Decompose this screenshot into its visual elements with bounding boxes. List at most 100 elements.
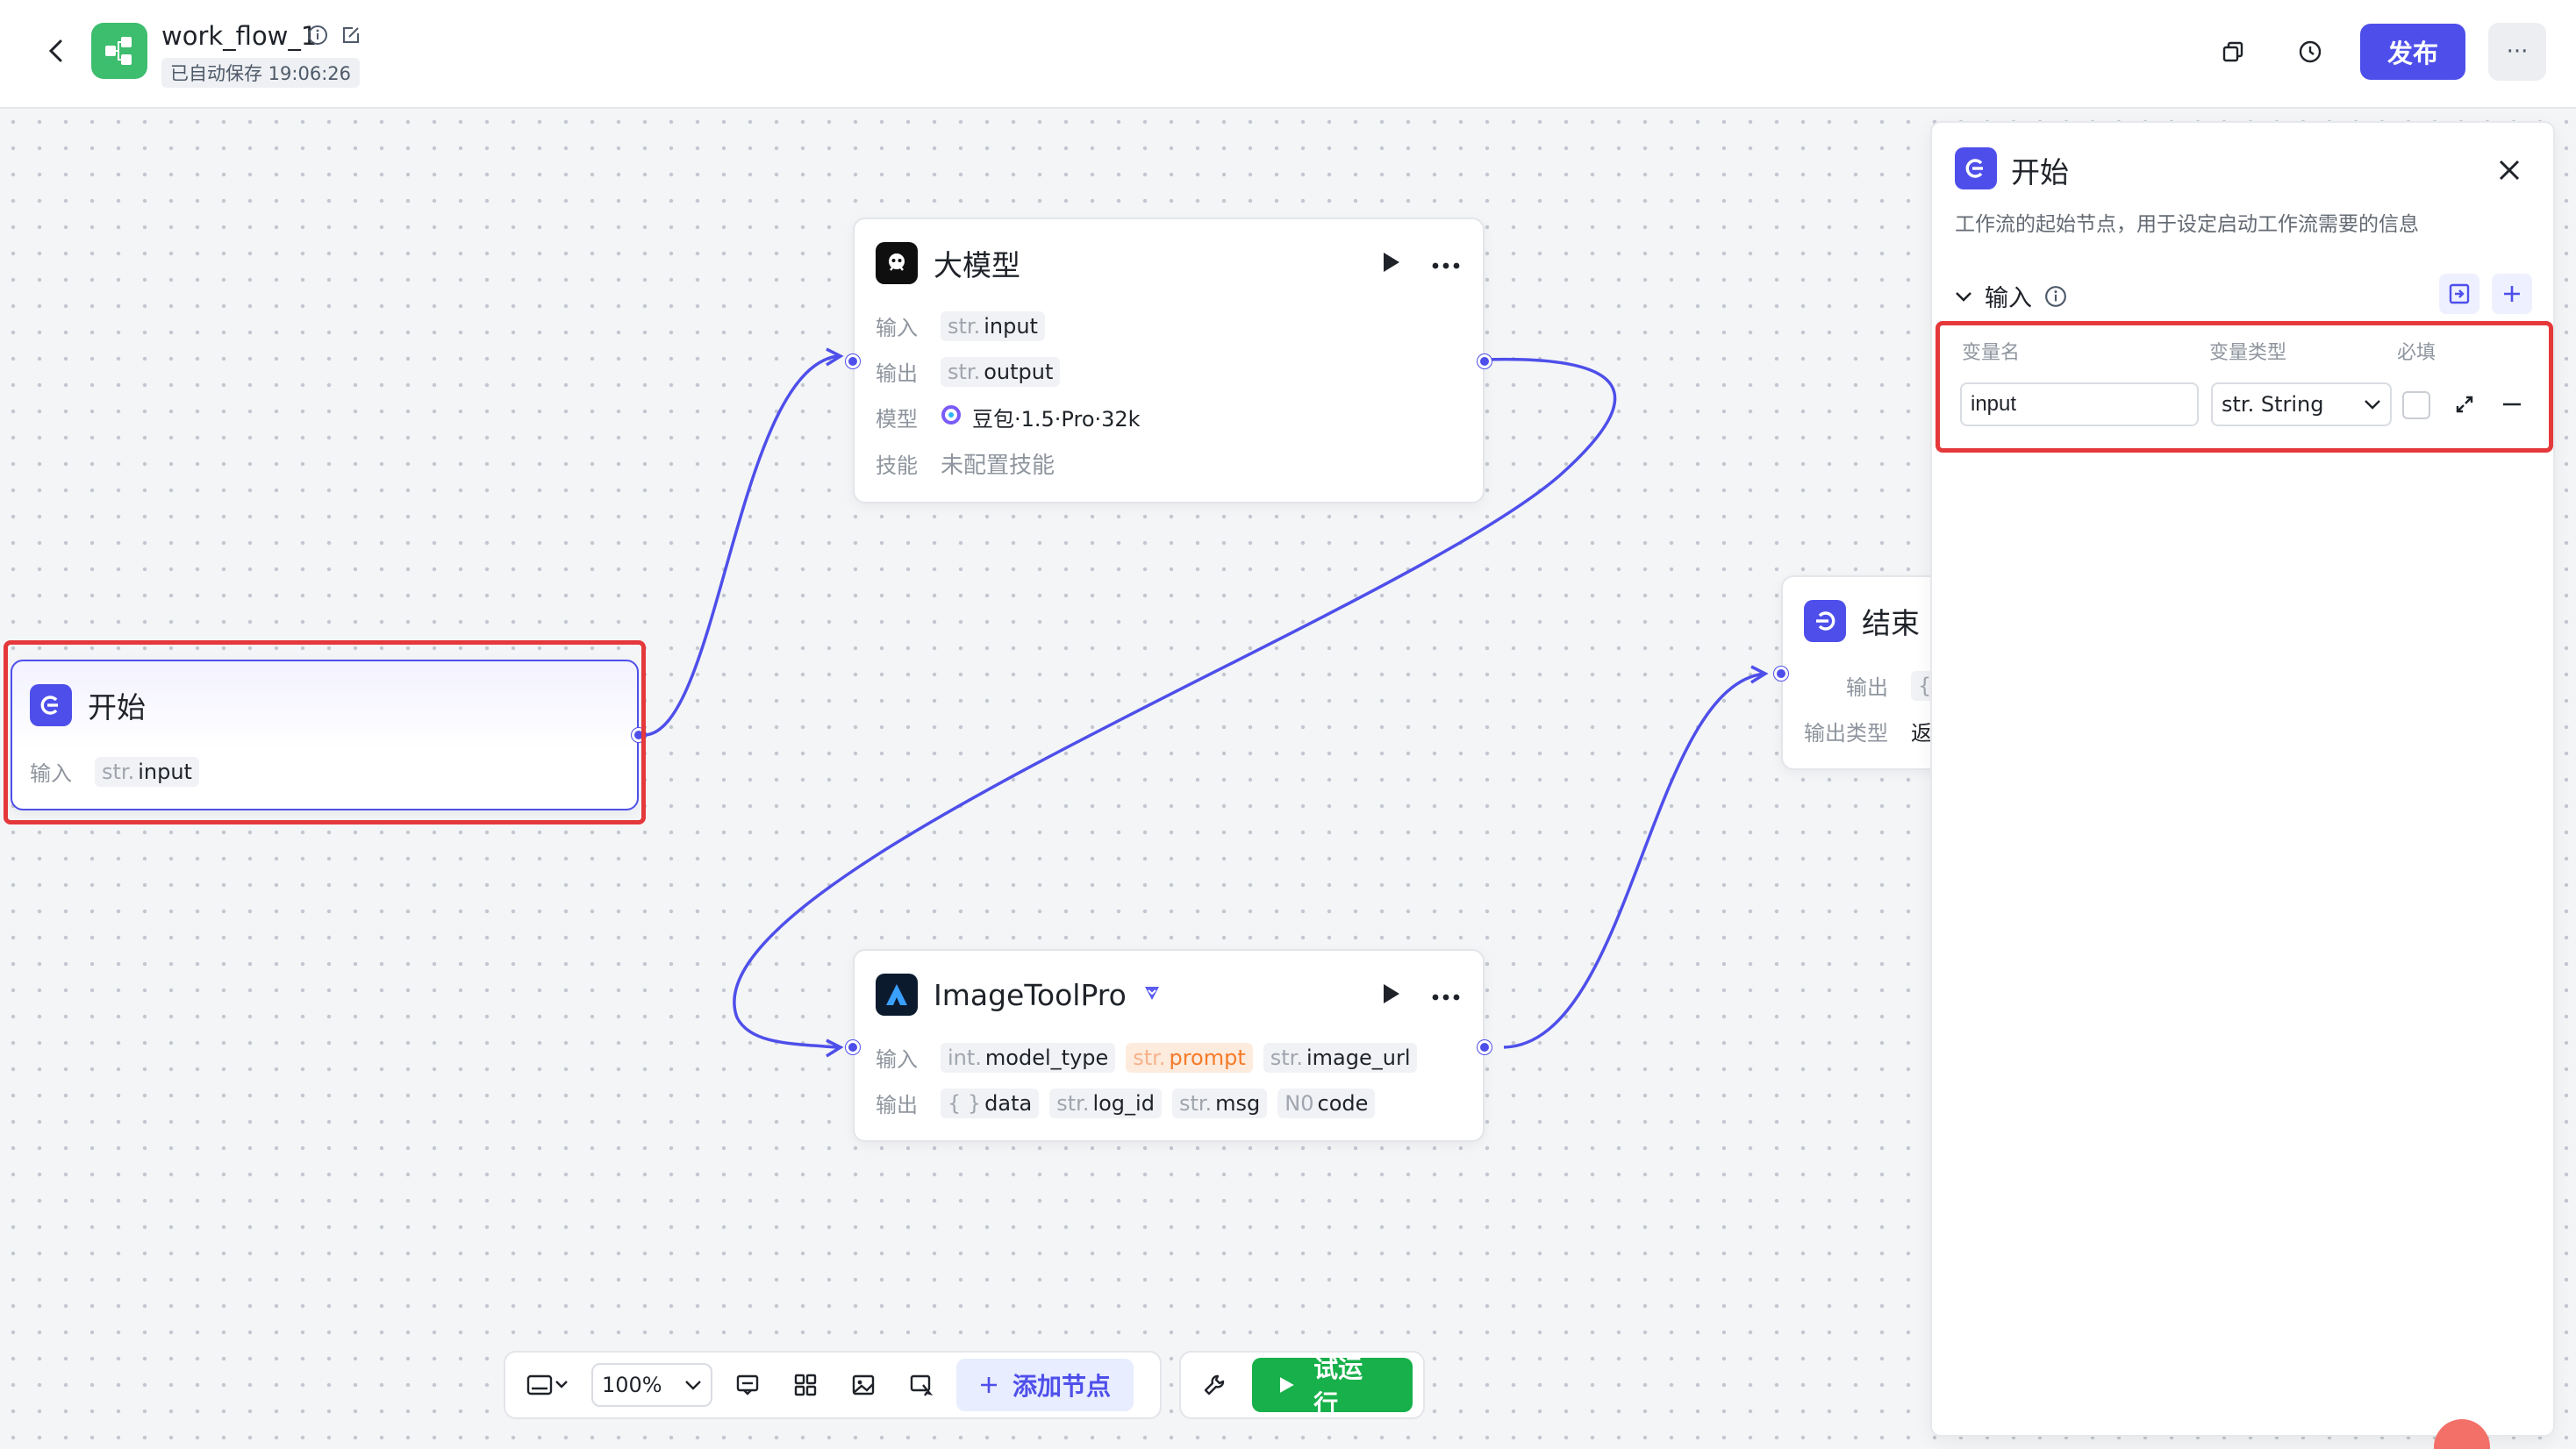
output-label: 输出 xyxy=(876,361,918,386)
publish-button[interactable]: 发布 xyxy=(2360,24,2465,80)
add-node-button[interactable]: 添加节点 xyxy=(956,1359,1134,1411)
play-icon xyxy=(1384,253,1399,272)
input-param-tag: str. image_url xyxy=(1263,1042,1418,1073)
autosave-status: 已自动保存 19:06:26 xyxy=(161,58,360,88)
output-label: 输出 xyxy=(876,1093,918,1117)
export-image-button[interactable] xyxy=(841,1362,886,1408)
chevron-left-icon xyxy=(48,39,62,62)
input-section-title: 输入 xyxy=(1985,285,2032,312)
node-config-panel: 开始 工作流的起始节点，用于设定启动工作流需要的信息 输入 变量名 变量类型 必… xyxy=(1930,121,2555,1437)
comment-button[interactable] xyxy=(725,1362,770,1408)
pointer-icon xyxy=(910,1374,934,1396)
zoom-select[interactable]: 100% xyxy=(591,1363,712,1407)
output-param-tag: str. msg xyxy=(1171,1088,1268,1118)
llm-node-icon xyxy=(876,242,918,284)
history-icon xyxy=(2299,40,2322,63)
input-variables-highlight xyxy=(1936,321,2553,453)
node-llm-header: 大模型 xyxy=(876,242,1020,284)
imagetool-input-port[interactable] xyxy=(846,1040,860,1054)
node-end-output-type-row: 输出类型 返 xyxy=(1804,716,1932,746)
play-icon xyxy=(1280,1377,1295,1393)
more-horizontal-icon xyxy=(1432,994,1460,1000)
output-param-tag: N0 code xyxy=(1277,1088,1376,1118)
workflow-title: work_flow_1 xyxy=(161,21,318,51)
output-param-tag: str. output xyxy=(941,356,1061,387)
node-llm-skill-row: 技能 未配置技能 xyxy=(876,447,1055,480)
skill-label: 技能 xyxy=(876,453,918,478)
info-icon xyxy=(2045,285,2066,307)
history-button[interactable] xyxy=(2283,25,2337,79)
copy-icon xyxy=(2222,41,2243,62)
plus-icon xyxy=(2504,286,2520,302)
edit-icon[interactable] xyxy=(340,25,361,49)
end-input-port[interactable] xyxy=(1774,667,1788,681)
title-icons xyxy=(307,25,361,49)
llm-input-port[interactable] xyxy=(846,354,860,368)
llm-output-port[interactable] xyxy=(1478,354,1492,368)
panel-description: 工作流的起始节点，用于设定启动工作流需要的信息 xyxy=(1955,213,2419,236)
imagetool-node-icon xyxy=(876,974,918,1016)
node-imagetool-title: ImageToolPro xyxy=(934,977,1127,1012)
test-run-button[interactable]: 试运行 xyxy=(1252,1354,1413,1418)
image-icon xyxy=(852,1374,875,1395)
run-node-button[interactable] xyxy=(1381,251,1402,277)
back-button[interactable] xyxy=(39,33,74,68)
more-options-button[interactable]: ··· xyxy=(2488,23,2546,81)
input-param-tag: str. input xyxy=(941,310,1045,341)
debug-settings-button[interactable] xyxy=(1191,1362,1236,1408)
pointer-mode-button[interactable] xyxy=(898,1362,944,1408)
input-param-tag-warning: str. prompt xyxy=(1126,1042,1253,1073)
top-right-actions: 发布 ··· xyxy=(2206,23,2546,81)
node-imagetoolpro[interactable]: ImageToolPro 输入 int. model_type str. promp… xyxy=(853,949,1485,1142)
node-llm[interactable]: 大模型 输入 str. input 输出 str. output 模型 豆包·1.5… xyxy=(853,218,1485,503)
comment-icon xyxy=(736,1374,759,1395)
output-param-tag: { } data xyxy=(941,1088,1040,1118)
chevron-down-icon xyxy=(1956,291,1971,302)
panel-title: 开始 xyxy=(2011,155,2069,189)
add-node-label: 添加节点 xyxy=(1013,1372,1112,1401)
imagetool-output-port[interactable] xyxy=(1478,1040,1492,1054)
input-section-actions xyxy=(2439,274,2532,314)
minimap-toggle-button[interactable] xyxy=(516,1362,579,1408)
workflow-app-icon xyxy=(91,23,147,79)
close-panel-button[interactable] xyxy=(2492,153,2527,188)
node-llm-title: 大模型 xyxy=(934,248,1020,282)
minimap-icon xyxy=(526,1374,568,1395)
wrench-icon xyxy=(1204,1374,1224,1395)
run-node-button[interactable] xyxy=(1381,982,1402,1009)
top-bar: work_flow_1 已自动保存 19:06:26 发布 ··· xyxy=(0,0,2576,109)
input-section-header[interactable]: 输入 xyxy=(1955,279,2067,313)
model-name: 豆包·1.5·Pro·32k xyxy=(972,407,1141,432)
test-run-label: 试运行 xyxy=(1313,1354,1363,1418)
output-label: 输出 xyxy=(1846,675,1888,700)
output-param-tag: str. log_id xyxy=(1049,1088,1162,1118)
end-node-icon xyxy=(1804,600,1846,642)
node-llm-model-row: 模型 豆包·1.5·Pro·32k xyxy=(876,402,1141,432)
more-horizontal-icon xyxy=(1432,262,1460,268)
node-llm-input-row: 输入 str. input xyxy=(876,310,1045,341)
node-llm-actions xyxy=(1381,251,1460,277)
node-more-button[interactable] xyxy=(1432,988,1460,1004)
verified-badge-icon xyxy=(1142,984,1162,1005)
run-toolbar: 试运行 xyxy=(1179,1351,1425,1419)
info-icon[interactable] xyxy=(307,25,328,49)
output-type-value: 返 xyxy=(1911,721,1932,746)
start-node-icon xyxy=(1955,147,1997,189)
copy-button[interactable] xyxy=(2206,25,2260,79)
add-variable-button[interactable] xyxy=(2492,274,2532,314)
input-label: 输入 xyxy=(876,316,918,340)
start-node-highlight xyxy=(4,640,646,824)
auto-layout-button[interactable] xyxy=(783,1362,828,1408)
model-label: 模型 xyxy=(876,407,918,432)
grid-layout-icon xyxy=(794,1374,817,1396)
canvas-toolbar: 100% 添加节点 xyxy=(504,1351,1162,1419)
node-imagetool-actions xyxy=(1381,982,1460,1009)
node-end-header: 结束 xyxy=(1804,600,1920,642)
import-variables-button[interactable] xyxy=(2439,274,2479,314)
node-llm-output-row: 输出 str. output xyxy=(876,356,1061,387)
output-type-label: 输出类型 xyxy=(1804,721,1888,746)
zoom-value: 100% xyxy=(602,1373,662,1397)
node-more-button[interactable] xyxy=(1432,256,1460,273)
input-label: 输入 xyxy=(876,1047,918,1072)
node-imagetool-input-row: 输入 int. model_type str. prompt str. image_u… xyxy=(876,1042,1418,1073)
